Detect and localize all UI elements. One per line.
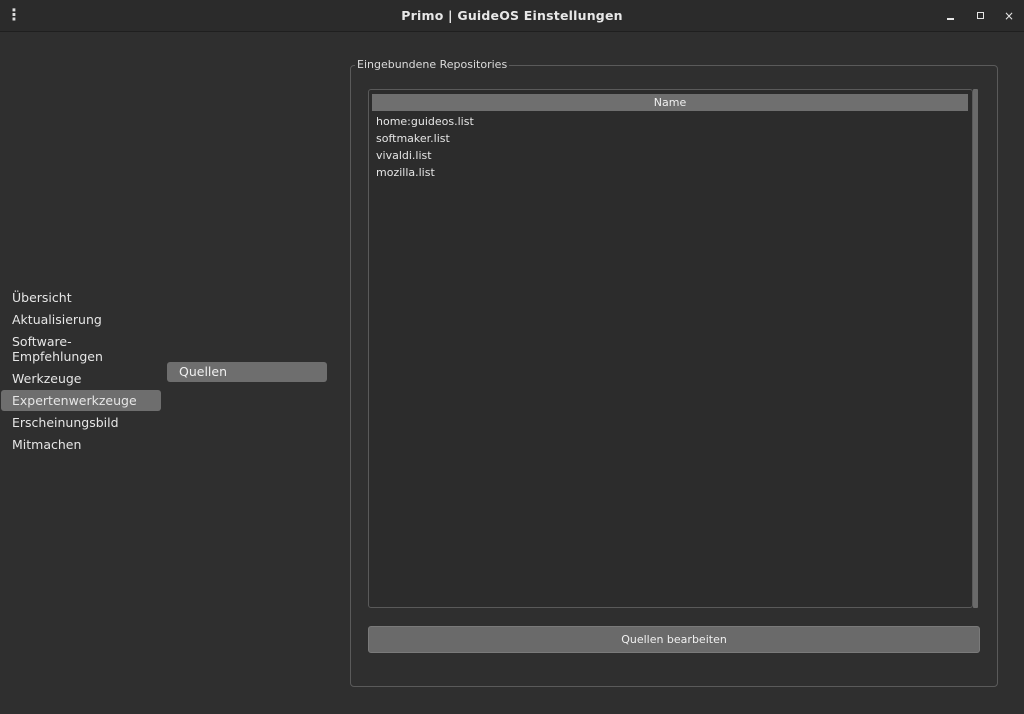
list-item[interactable]: home:guideos.list [376, 113, 474, 130]
sidebar-item-label: Erscheinungsbild [12, 415, 119, 430]
sidebar-item-uebersicht[interactable]: Übersicht [1, 287, 161, 308]
list-item[interactable]: vivaldi.list [376, 147, 474, 164]
sidebar-item-label: Software- Empfehlungen [12, 334, 103, 364]
list-scrollbar[interactable] [973, 89, 978, 608]
sidebar-item-label: Expertenwerkzeuge [12, 393, 137, 408]
edit-sources-button[interactable]: Quellen bearbeiten [368, 626, 980, 653]
repository-rows: home:guideos.list softmaker.list vivaldi… [376, 113, 474, 181]
sidebar-nav: Übersicht Aktualisierung Software- Empfe… [0, 287, 164, 455]
column-header-name[interactable]: Name [372, 94, 968, 111]
sidebar-item-label: Werkzeuge [12, 371, 82, 386]
sidebar-item-expertenwerkzeuge[interactable]: Expertenwerkzeuge [1, 390, 161, 411]
sidebar-item-werkzeuge[interactable]: Werkzeuge [1, 368, 161, 389]
close-icon[interactable]: × [1000, 7, 1018, 25]
list-item[interactable]: softmaker.list [376, 130, 474, 147]
sidebar-item-mitmachen[interactable]: Mitmachen [1, 434, 161, 455]
window-title: Primo | GuideOS Einstellungen [401, 8, 623, 23]
minimize-icon[interactable] [942, 7, 960, 25]
subnav-item-quellen[interactable]: Quellen [167, 362, 327, 382]
groupbox-title: Eingebundene Repositories [355, 58, 510, 71]
sidebar-item-erscheinungsbild[interactable]: Erscheinungsbild [1, 412, 161, 433]
title-bar: ⋮ Primo | GuideOS Einstellungen × [0, 0, 1024, 32]
sidebar-item-label: Übersicht [12, 290, 72, 305]
sidebar-item-label: Aktualisierung [12, 312, 102, 327]
sidebar-item-label: Mitmachen [12, 437, 82, 452]
maximize-icon[interactable] [971, 7, 989, 25]
subnav-item-label: Quellen [179, 364, 228, 379]
sidebar-item-aktualisierung[interactable]: Aktualisierung [1, 309, 161, 330]
list-item[interactable]: mozilla.list [376, 164, 474, 181]
sidebar-item-software-empfehlungen[interactable]: Software- Empfehlungen [1, 331, 161, 367]
